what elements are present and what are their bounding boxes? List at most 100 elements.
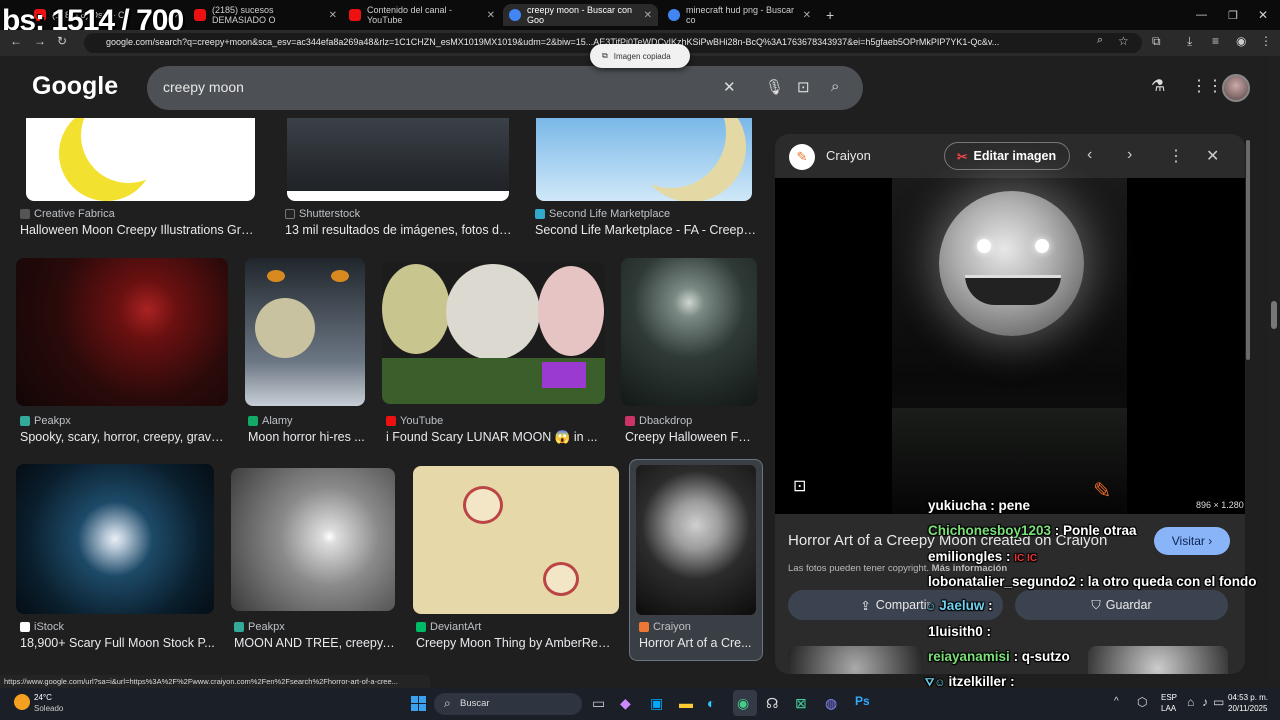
clear-icon[interactable]: ✕ bbox=[723, 78, 736, 96]
chrome-icon[interactable]: ◉ bbox=[737, 695, 749, 712]
volume-icon[interactable]: ♪ bbox=[1202, 695, 1208, 709]
network-icon[interactable]: ⌂ bbox=[1187, 695, 1194, 709]
edge-icon[interactable]: ◐ bbox=[707, 695, 715, 711]
result-title[interactable]: Moon horror hi-res ... bbox=[248, 430, 368, 444]
new-tab-button[interactable]: + bbox=[820, 4, 840, 26]
extensions-icon[interactable]: ⧉ bbox=[1152, 34, 1161, 49]
weather-sun-icon[interactable] bbox=[14, 694, 30, 710]
start-windows-icon[interactable] bbox=[411, 696, 426, 711]
language-indicator[interactable]: ESP bbox=[1161, 693, 1177, 702]
result-title[interactable]: Creepy Moon Thing by AmberReve... bbox=[416, 636, 616, 650]
app-icon[interactable]: ⊠ bbox=[795, 695, 807, 712]
tray-chevron-icon[interactable]: ^ bbox=[1114, 696, 1119, 707]
google-logo[interactable]: Google bbox=[32, 72, 118, 101]
chat-message: 1luisith0 : bbox=[928, 624, 992, 639]
next-icon[interactable]: › bbox=[1127, 146, 1132, 164]
profile-icon[interactable]: ◉ bbox=[1236, 34, 1246, 48]
craiyon-logo-icon: ✎ bbox=[789, 144, 815, 170]
apps-grid-icon[interactable]: ⋮⋮ bbox=[1191, 76, 1223, 96]
result-image[interactable] bbox=[382, 262, 605, 404]
result-title[interactable]: Horror Art of a Cre... bbox=[639, 636, 757, 650]
edit-image-button[interactable]: ✂ Editar imagen bbox=[944, 142, 1070, 170]
visit-button[interactable]: Visitar › bbox=[1154, 527, 1230, 555]
panel-site-name[interactable]: Craiyon bbox=[826, 148, 871, 163]
result-title[interactable]: Creepy Halloween Fo... bbox=[625, 430, 755, 444]
close-icon[interactable]: ✕ bbox=[487, 10, 495, 21]
chat-message: yukiucha : pene bbox=[928, 498, 1031, 513]
prev-icon[interactable]: ‹ bbox=[1087, 146, 1092, 164]
discord-icon[interactable]: ◍ bbox=[825, 695, 837, 712]
result-image[interactable] bbox=[16, 258, 228, 406]
search-icon: ⌕ bbox=[444, 696, 451, 710]
related-image[interactable] bbox=[1088, 646, 1228, 674]
close-icon[interactable]: ✕ bbox=[329, 10, 337, 21]
result-image[interactable] bbox=[287, 118, 509, 201]
result-title[interactable]: 18,900+ Scary Full Moon Stock P... bbox=[20, 636, 215, 650]
bookmark-star-icon[interactable]: ☆ bbox=[1118, 34, 1129, 48]
page-scrollbar[interactable] bbox=[1268, 56, 1280, 680]
store-icon[interactable]: ▣ bbox=[650, 695, 663, 712]
result-title[interactable]: Second Life Marketplace - FA - Creepy... bbox=[535, 223, 757, 237]
result-image[interactable] bbox=[16, 464, 214, 614]
close-panel-icon[interactable]: ✕ bbox=[1206, 146, 1219, 166]
close-icon[interactable]: ✕ bbox=[644, 10, 652, 21]
result-image[interactable] bbox=[245, 258, 365, 406]
download-icon[interactable]: ⤓ bbox=[1187, 34, 1192, 49]
tab-5[interactable]: minecraft hud png - Buscar co ✕ bbox=[662, 4, 817, 26]
search-box[interactable]: creepy moon ✕ 🎙 ⊡ ⌕ bbox=[147, 66, 863, 110]
lens-icon[interactable]: ⊡ bbox=[797, 78, 810, 96]
app-icon[interactable]: ☊ bbox=[766, 695, 778, 712]
result-image[interactable] bbox=[231, 468, 395, 611]
microphone-icon[interactable]: 🎙 bbox=[765, 78, 784, 96]
back-icon[interactable]: ← bbox=[10, 34, 22, 48]
search-icon[interactable]: ⌕ bbox=[831, 78, 839, 95]
result-source: Alamy bbox=[248, 415, 293, 427]
reading-list-icon[interactable]: ≡ bbox=[1212, 34, 1219, 48]
tab-4-active[interactable]: creepy moon - Buscar con Goo ✕ bbox=[503, 4, 658, 26]
preview-image-area[interactable]: ⊡ 896 × 1.280 bbox=[775, 178, 1245, 514]
result-title[interactable]: i Found Scary LUNAR MOON 😱 in ... bbox=[386, 430, 601, 445]
save-button[interactable]: ⛉ Guardar bbox=[1015, 590, 1228, 620]
result-title[interactable]: Spooky, scary, horror, creepy, grave... bbox=[20, 430, 228, 444]
close-window-icon[interactable]: ✕ bbox=[1252, 4, 1274, 26]
result-source: DeviantArt bbox=[416, 621, 481, 633]
tray-app-icon[interactable]: ⬡ bbox=[1137, 695, 1147, 709]
panel-scrollbar[interactable] bbox=[1246, 140, 1250, 360]
file-explorer-icon[interactable]: ▬ bbox=[679, 695, 693, 711]
copilot-icon[interactable]: ◆ bbox=[620, 695, 631, 712]
weather-temp[interactable]: 24°C bbox=[34, 693, 52, 702]
minimize-icon[interactable]: — bbox=[1190, 4, 1213, 26]
maximize-icon[interactable]: ❐ bbox=[1222, 4, 1244, 26]
lens-search-icon[interactable]: ⊡ bbox=[793, 476, 806, 496]
result-image[interactable] bbox=[26, 118, 255, 201]
zoom-icon[interactable]: ⌕ bbox=[1097, 34, 1103, 47]
menu-icon[interactable]: ⋮ bbox=[1260, 34, 1272, 48]
taskbar-search[interactable]: ⌕ Buscar bbox=[434, 693, 582, 715]
result-image[interactable] bbox=[621, 258, 757, 406]
result-image[interactable] bbox=[536, 118, 752, 201]
labs-flask-icon[interactable]: ⚗ bbox=[1151, 76, 1165, 96]
result-title[interactable]: Halloween Moon Creepy Illustrations Gráf… bbox=[20, 223, 260, 237]
search-input[interactable]: creepy moon bbox=[163, 79, 244, 95]
more-info-link[interactable]: Más información bbox=[932, 563, 1008, 574]
tab-2[interactable]: (2185) sucesos DEMASIADO O ✕ bbox=[188, 4, 343, 26]
clock-time[interactable]: 04:53 p. m. bbox=[1228, 693, 1268, 702]
photoshop-icon[interactable]: Ps bbox=[855, 694, 870, 708]
forward-icon[interactable]: → bbox=[34, 34, 46, 48]
result-title[interactable]: 13 mil resultados de imágenes, fotos de.… bbox=[285, 223, 513, 237]
result-source: YouTube bbox=[386, 415, 443, 427]
moon-shape bbox=[81, 118, 176, 183]
avatar[interactable] bbox=[1222, 74, 1250, 102]
status-bar-url: https://www.google.com/url?sa=i&url=http… bbox=[0, 675, 430, 688]
clock-date[interactable]: 20/11/2025 bbox=[1228, 704, 1267, 713]
more-options-icon[interactable]: ⋮ bbox=[1168, 146, 1184, 166]
close-icon[interactable]: ✕ bbox=[803, 10, 811, 21]
result-image[interactable] bbox=[413, 466, 619, 614]
result-source: Shutterstock bbox=[285, 208, 360, 220]
battery-icon[interactable]: ▭ bbox=[1213, 695, 1224, 709]
task-view-icon[interactable]: ▭ bbox=[592, 695, 605, 712]
reload-icon[interactable]: ↻ bbox=[57, 34, 67, 48]
related-image[interactable] bbox=[788, 646, 923, 674]
tab-3[interactable]: Contenido del canal - YouTube ✕ bbox=[343, 4, 501, 26]
result-title[interactable]: MOON AND TREE, creepy,... bbox=[234, 636, 396, 650]
